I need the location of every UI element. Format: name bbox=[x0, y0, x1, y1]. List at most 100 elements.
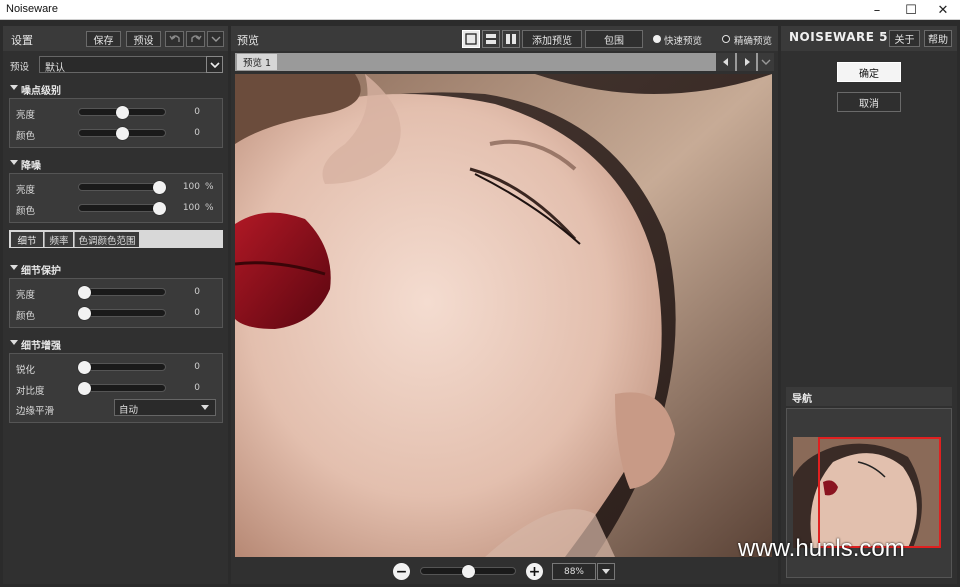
minus-icon: − bbox=[395, 563, 408, 580]
chevron-right-icon bbox=[744, 58, 750, 66]
window-title-bar: Noiseware – ☐ ✕ bbox=[0, 0, 960, 20]
preset-select[interactable]: 默认 bbox=[39, 56, 207, 74]
split-horizontal-button[interactable] bbox=[482, 30, 500, 48]
tab-menu-button[interactable] bbox=[758, 53, 774, 71]
close-window-button[interactable]: ✕ bbox=[926, 0, 960, 20]
zoom-out-button[interactable]: − bbox=[393, 563, 410, 580]
noise-level-title: 噪点级别 bbox=[21, 86, 61, 97]
undo-button[interactable] bbox=[165, 31, 184, 47]
sharpen-value: 0 bbox=[194, 362, 200, 372]
split-vertical-icon bbox=[506, 34, 516, 44]
sharpen-slider[interactable] bbox=[78, 363, 166, 371]
detail-protection-luminance-label: 亮度 bbox=[16, 290, 36, 301]
single-view-icon bbox=[465, 33, 477, 45]
settings-title: 设置 bbox=[11, 34, 33, 47]
preview-tab-bar bbox=[235, 53, 773, 71]
tab-detail[interactable]: 细节 bbox=[11, 232, 43, 247]
ok-button[interactable]: 确定 bbox=[837, 62, 901, 82]
chevron-down-icon bbox=[211, 36, 220, 42]
noise-reduction-luminance-label: 亮度 bbox=[16, 185, 36, 196]
redo-icon bbox=[190, 35, 202, 42]
noise-level-color-label: 颜色 bbox=[16, 131, 36, 142]
noise-reduction-title: 降噪 bbox=[21, 161, 41, 172]
contrast-label: 对比度 bbox=[16, 386, 45, 397]
minimize-button[interactable]: – bbox=[860, 0, 894, 20]
zoom-dropdown-button[interactable] bbox=[597, 563, 615, 580]
tab-next-button[interactable] bbox=[737, 53, 756, 71]
slider-handle[interactable] bbox=[78, 307, 91, 320]
single-view-button[interactable] bbox=[462, 30, 480, 48]
slider-handle[interactable] bbox=[78, 382, 91, 395]
preview-image[interactable] bbox=[235, 74, 772, 557]
contrast-slider[interactable] bbox=[78, 384, 166, 392]
maximize-button[interactable]: ☐ bbox=[894, 0, 928, 20]
collapse-icon[interactable] bbox=[10, 265, 18, 273]
noise-reduction-color-value: 100 bbox=[182, 203, 200, 213]
noise-reduction-color-label: 颜色 bbox=[16, 206, 36, 217]
fast-preview-radio[interactable] bbox=[653, 35, 661, 43]
slider-handle[interactable] bbox=[78, 361, 91, 374]
slider-handle[interactable] bbox=[115, 127, 129, 140]
plus-icon: + bbox=[528, 563, 541, 580]
redo-button[interactable] bbox=[186, 31, 205, 47]
settings-menu-button[interactable] bbox=[207, 31, 224, 47]
noise-level-luminance-value: 0 bbox=[194, 107, 200, 117]
sharpen-label: 锐化 bbox=[16, 365, 36, 376]
percent-unit: % bbox=[205, 182, 214, 192]
add-preview-button[interactable]: 添加预览 bbox=[522, 30, 582, 48]
detail-protection-color-value: 0 bbox=[194, 308, 200, 318]
navigator-view-frame[interactable] bbox=[818, 437, 941, 548]
navigator-title: 导航 bbox=[792, 394, 812, 405]
slider-handle[interactable] bbox=[115, 106, 129, 119]
help-button[interactable]: 帮助 bbox=[924, 30, 952, 47]
collapse-icon[interactable] bbox=[10, 85, 18, 93]
brand-logo: NOISEWARE 5 bbox=[789, 30, 888, 44]
edge-smooth-value: 自动 bbox=[119, 405, 139, 416]
close-icon: ✕ bbox=[937, 2, 949, 18]
noise-level-section bbox=[9, 98, 223, 148]
zoom-in-button[interactable]: + bbox=[526, 563, 543, 580]
percent-unit: % bbox=[205, 203, 214, 213]
undo-icon bbox=[168, 35, 180, 42]
tab-tonal-range[interactable]: 色调颜色范围 bbox=[74, 232, 139, 247]
slider-handle[interactable] bbox=[78, 286, 91, 299]
tab-frequency[interactable]: 频率 bbox=[44, 232, 73, 247]
noise-reduction-luminance-value: 100 bbox=[182, 182, 200, 192]
watermark-text: www.hunls.com bbox=[738, 535, 905, 562]
split-horizontal-icon bbox=[486, 34, 496, 44]
detail-protection-luminance-value: 0 bbox=[194, 287, 200, 297]
portrait-photo bbox=[235, 74, 772, 557]
split-vertical-button[interactable] bbox=[502, 30, 520, 48]
about-button[interactable]: 关于 bbox=[889, 30, 920, 47]
preset-dropdown-button[interactable] bbox=[206, 56, 223, 73]
cancel-button[interactable]: 取消 bbox=[837, 92, 901, 112]
preview-tab-1[interactable]: 预览 1 bbox=[237, 54, 277, 70]
collapse-icon[interactable] bbox=[10, 340, 18, 348]
save-button[interactable]: 保存 bbox=[86, 31, 121, 47]
chevron-left-icon bbox=[722, 58, 728, 66]
detail-protection-color-label: 颜色 bbox=[16, 311, 36, 322]
slider-handle[interactable] bbox=[153, 202, 166, 215]
maximize-icon: ☐ bbox=[905, 2, 917, 18]
detail-protection-section bbox=[9, 278, 223, 328]
detail-protection-title: 细节保护 bbox=[21, 266, 61, 277]
noise-reduction-section bbox=[9, 173, 223, 223]
preset-select-value: 默认 bbox=[45, 63, 65, 74]
edge-smooth-select[interactable]: 自动 bbox=[114, 399, 216, 416]
detail-protection-color-slider[interactable] bbox=[78, 309, 166, 317]
chevron-down-icon bbox=[201, 405, 209, 410]
preview-title: 预览 bbox=[237, 34, 259, 47]
detail-protection-luminance-slider[interactable] bbox=[78, 288, 166, 296]
preset-button[interactable]: 预设 bbox=[126, 31, 161, 47]
zoom-slider-handle[interactable] bbox=[461, 565, 475, 578]
slider-handle[interactable] bbox=[153, 181, 166, 194]
tab-prev-button[interactable] bbox=[716, 53, 735, 71]
crop-button[interactable]: 包围 bbox=[585, 30, 643, 48]
edge-smooth-label: 边缘平滑 bbox=[16, 406, 55, 417]
collapse-icon[interactable] bbox=[10, 160, 18, 168]
zoom-value-field[interactable]: 88% bbox=[552, 563, 596, 580]
chevron-down-icon bbox=[761, 59, 771, 65]
detail-enhancement-title: 细节增强 bbox=[21, 341, 61, 352]
precise-preview-radio[interactable] bbox=[722, 35, 730, 43]
precise-preview-label: 精确预览 bbox=[734, 36, 773, 47]
